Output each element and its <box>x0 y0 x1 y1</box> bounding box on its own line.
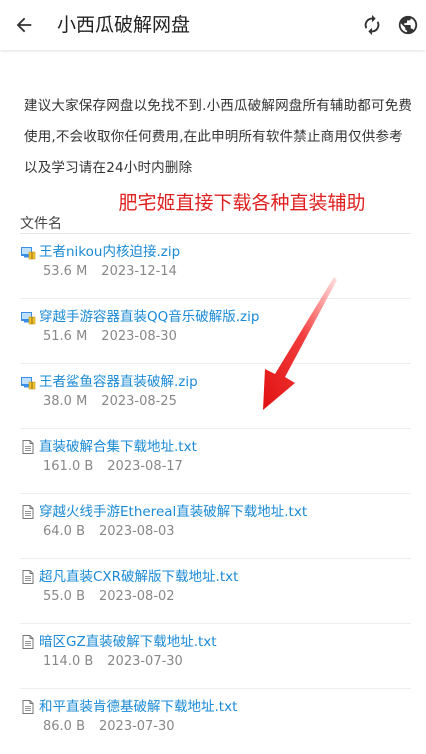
back-button[interactable] <box>10 11 38 39</box>
zip-file-icon <box>21 312 36 325</box>
file-item[interactable]: 和平直装肯德基破解下载地址.txt 86.0 B 2023-07-30 <box>20 689 411 754</box>
file-row: 王者nikou内核迫接.zip <box>20 242 180 262</box>
file-date: 2023-07-30 <box>107 654 183 669</box>
text-file-icon <box>22 570 34 584</box>
zip-file-icon <box>21 247 36 260</box>
browser-button[interactable] <box>395 12 421 38</box>
file-row: 和平直装肯德基破解下载地址.txt <box>20 697 237 717</box>
file-size: 51.6 M <box>43 329 88 344</box>
notice-text: 建议大家保存网盘以免找不到.小西瓜破解网盘所有辅助都可免费使用,不会收取你任何费… <box>24 98 413 176</box>
file-row: 王者鲨鱼容器直装破解.zip <box>20 372 198 392</box>
file-date: 2023-08-02 <box>99 589 175 604</box>
globe-icon <box>398 15 418 35</box>
text-file-icon <box>22 440 34 454</box>
file-meta: 86.0 B 2023-07-30 <box>43 718 175 736</box>
refresh-icon <box>364 14 380 36</box>
file-item[interactable]: 超凡直装CXR破解版下载地址.txt 55.0 B 2023-08-02 <box>20 559 411 624</box>
file-item[interactable]: 穿越火线手游Ethereal直装破解下载地址.txt 64.0 B 2023-08… <box>20 494 411 559</box>
file-meta: 51.6 M 2023-08-30 <box>43 328 177 346</box>
file-size: 53.6 M <box>43 264 88 279</box>
file-item[interactable]: 王者nikou内核迫接.zip 53.6 M 2023-12-14 <box>20 234 411 299</box>
file-name-link[interactable]: 穿越手游容器直装QQ音乐破解版.zip <box>39 307 259 327</box>
file-name-link[interactable]: 王者鲨鱼容器直装破解.zip <box>39 372 198 392</box>
page-title: 小西瓜破解网盘 <box>57 14 191 36</box>
file-size: 38.0 M <box>43 394 88 409</box>
column-header-filename: 文件名 <box>20 216 62 232</box>
file-item[interactable]: 直装破解合集下载地址.txt 161.0 B 2023-08-17 <box>20 429 411 494</box>
file-size: 86.0 B <box>43 719 85 734</box>
text-file-icon <box>22 505 34 519</box>
file-meta: 64.0 B 2023-08-03 <box>43 523 175 541</box>
text-file-icon <box>22 700 34 714</box>
file-list: 王者nikou内核迫接.zip 53.6 M 2023-12-14 穿越手游容器直… <box>20 234 411 754</box>
file-date: 2023-07-30 <box>99 719 175 734</box>
file-date: 2023-08-17 <box>107 459 183 474</box>
promo-text: 肥宅姬直接下载各种直装辅助 <box>118 192 366 214</box>
file-size: 55.0 B <box>43 589 85 604</box>
file-name-link[interactable]: 暗区GZ直装破解下载地址.txt <box>39 632 217 652</box>
file-meta: 38.0 M 2023-08-25 <box>43 393 177 411</box>
file-name-link[interactable]: 王者nikou内核迫接.zip <box>39 242 180 262</box>
file-row: 超凡直装CXR破解版下载地址.txt <box>20 567 238 587</box>
file-date: 2023-08-30 <box>101 329 177 344</box>
file-size: 64.0 B <box>43 524 85 539</box>
file-name-link[interactable]: 直装破解合集下载地址.txt <box>39 437 197 457</box>
file-size: 114.0 B <box>43 654 94 669</box>
file-meta: 114.0 B 2023-07-30 <box>43 653 183 671</box>
file-item[interactable]: 王者鲨鱼容器直装破解.zip 38.0 M 2023-08-25 <box>20 364 411 429</box>
file-row: 暗区GZ直装破解下载地址.txt <box>20 632 217 652</box>
file-meta: 53.6 M 2023-12-14 <box>43 263 177 281</box>
file-item[interactable]: 穿越手游容器直装QQ音乐破解版.zip 51.6 M 2023-08-30 <box>20 299 411 364</box>
file-name-link[interactable]: 穿越火线手游Ethereal直装破解下载地址.txt <box>39 502 307 522</box>
file-name-link[interactable]: 超凡直装CXR破解版下载地址.txt <box>39 567 238 587</box>
file-meta: 55.0 B 2023-08-02 <box>43 588 175 606</box>
arrow-left-icon <box>16 17 32 33</box>
file-row: 穿越手游容器直装QQ音乐破解版.zip <box>20 307 259 327</box>
file-name-link[interactable]: 和平直装肯德基破解下载地址.txt <box>39 697 237 717</box>
text-file-icon <box>22 635 34 649</box>
zip-file-icon <box>21 377 36 390</box>
file-meta: 161.0 B 2023-08-17 <box>43 458 183 476</box>
app-bar: 小西瓜破解网盘 <box>0 0 426 50</box>
file-item[interactable]: 暗区GZ直装破解下载地址.txt 114.0 B 2023-07-30 <box>20 624 411 689</box>
file-size: 161.0 B <box>43 459 94 474</box>
refresh-button[interactable] <box>359 12 385 38</box>
file-date: 2023-08-03 <box>99 524 175 539</box>
file-row: 直装破解合集下载地址.txt <box>20 437 197 457</box>
file-date: 2023-12-14 <box>101 264 177 279</box>
file-date: 2023-08-25 <box>101 394 177 409</box>
file-row: 穿越火线手游Ethereal直装破解下载地址.txt <box>20 502 307 522</box>
